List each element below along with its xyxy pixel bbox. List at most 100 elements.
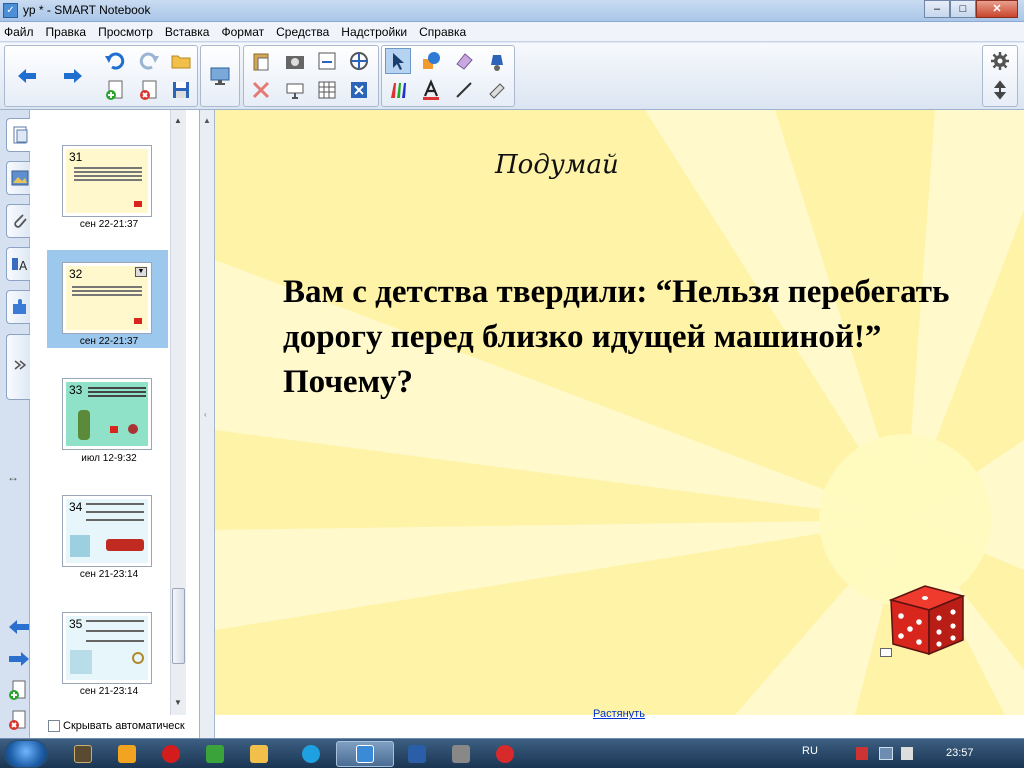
flag-icon[interactable] bbox=[856, 747, 868, 760]
taskbar-app[interactable] bbox=[476, 741, 534, 767]
full-screen-icon[interactable] bbox=[282, 77, 308, 103]
maximize-button[interactable]: □ bbox=[950, 0, 976, 18]
puzzle-icon bbox=[12, 299, 26, 314]
tab-gallery[interactable] bbox=[6, 161, 32, 195]
slide-heading: Подумай bbox=[495, 150, 619, 180]
taskbar-skype[interactable] bbox=[282, 741, 340, 767]
folder-icon bbox=[74, 745, 92, 763]
page-thumbnail[interactable]: 31 bbox=[62, 145, 152, 217]
paste-icon[interactable] bbox=[248, 48, 274, 74]
next-page-arrow-icon[interactable] bbox=[8, 649, 30, 672]
scroll-up-icon[interactable]: ▲ bbox=[203, 116, 211, 125]
screen-share-icon[interactable] bbox=[207, 63, 233, 89]
menu-insert[interactable]: Вставка bbox=[165, 25, 210, 39]
lightning-icon bbox=[250, 745, 268, 763]
delete-page-icon[interactable] bbox=[8, 710, 28, 735]
tab-page-sorter[interactable] bbox=[6, 118, 32, 152]
page-number: 35 bbox=[69, 617, 83, 631]
notebook-canvas[interactable]: Подумай Вам с детства твердили: “Нельзя … bbox=[215, 110, 1024, 738]
object-menu-icon[interactable] bbox=[880, 648, 892, 657]
scrollbar-thumb[interactable] bbox=[172, 588, 185, 664]
canvas-splitter[interactable]: ▲ ‹ bbox=[200, 110, 215, 738]
language-indicator[interactable]: RU bbox=[802, 745, 818, 757]
text-icon[interactable] bbox=[418, 77, 444, 103]
taskbar-smart-notebook[interactable] bbox=[336, 741, 394, 767]
delete-page-icon[interactable] bbox=[136, 77, 162, 103]
add-page-icon[interactable] bbox=[8, 680, 28, 705]
tab-addons[interactable] bbox=[6, 290, 32, 324]
redo-icon[interactable] bbox=[136, 48, 162, 74]
tab-properties[interactable]: A bbox=[6, 247, 32, 281]
prev-page-arrow-icon[interactable] bbox=[8, 617, 30, 640]
page-number: 32 bbox=[69, 267, 83, 281]
delete-icon[interactable] bbox=[248, 77, 274, 103]
scroll-down-icon[interactable]: ▼ bbox=[174, 698, 182, 707]
volume-icon[interactable] bbox=[901, 747, 913, 760]
tab-attachments[interactable] bbox=[6, 204, 32, 238]
stretch-link[interactable]: Растянуть bbox=[593, 708, 645, 720]
side-tabs: A ↔ bbox=[0, 110, 32, 738]
menu-edit[interactable]: Правка bbox=[46, 25, 87, 39]
add-page-icon[interactable] bbox=[102, 77, 128, 103]
page-thumbnail[interactable]: 33 bbox=[62, 378, 152, 450]
screen-shade-icon[interactable] bbox=[314, 48, 340, 74]
undo-icon[interactable] bbox=[102, 48, 128, 74]
clock[interactable]: 23:57 bbox=[946, 747, 974, 759]
minimize-button[interactable]: – bbox=[924, 0, 950, 18]
pens-icon[interactable] bbox=[385, 77, 411, 103]
expand-arrows-icon bbox=[14, 360, 26, 370]
close-button[interactable]: ✕ bbox=[976, 0, 1018, 18]
properties-icon[interactable] bbox=[346, 48, 372, 74]
page-thumbnail-selected[interactable]: 32 ▼ bbox=[62, 262, 152, 334]
forward-arrow-icon[interactable] bbox=[60, 63, 86, 89]
menu-tools[interactable]: Средства bbox=[276, 25, 329, 39]
gallery-icon bbox=[11, 170, 28, 186]
dice-icon[interactable] bbox=[883, 578, 973, 658]
autohide-checkbox[interactable] bbox=[48, 720, 60, 732]
resize-arrows-icon[interactable]: ↔ bbox=[7, 470, 25, 484]
splitter-grip-icon[interactable]: ‹ bbox=[204, 410, 210, 430]
shapes-icon[interactable] bbox=[418, 48, 444, 74]
menu-help[interactable]: Справка bbox=[419, 25, 466, 39]
menu-view[interactable]: Просмотр bbox=[98, 25, 153, 39]
network-icon[interactable] bbox=[879, 747, 893, 760]
start-button[interactable] bbox=[4, 740, 48, 768]
slide-question: Вам с детства твердили: “Нельзя перебега… bbox=[283, 274, 950, 400]
open-folder-icon[interactable] bbox=[168, 48, 194, 74]
smart-notebook-icon bbox=[356, 745, 374, 763]
properties-icon: A bbox=[11, 258, 28, 273]
page-menu-dropdown-icon[interactable]: ▼ bbox=[135, 267, 147, 277]
line-icon[interactable] bbox=[451, 77, 477, 103]
media-player-icon bbox=[118, 745, 136, 763]
back-arrow-icon[interactable] bbox=[14, 63, 40, 89]
app-icon: ✓ bbox=[3, 3, 18, 18]
menu-bar: Файл Правка Просмотр Вставка Формат Сред… bbox=[0, 22, 1024, 42]
title-bar: ✓ ур * - SMART Notebook – □ ✕ bbox=[0, 0, 1024, 22]
eraser-icon[interactable] bbox=[451, 48, 477, 74]
shield-icon bbox=[206, 745, 224, 763]
scroll-up-icon[interactable]: ▲ bbox=[174, 116, 182, 125]
screen-capture-icon[interactable] bbox=[282, 48, 308, 74]
gear-icon[interactable] bbox=[987, 48, 1013, 74]
select-arrow-icon[interactable] bbox=[385, 48, 411, 74]
menu-file[interactable]: Файл bbox=[4, 25, 34, 39]
close-object-icon[interactable] bbox=[346, 77, 372, 103]
page-icon bbox=[13, 126, 27, 144]
page-timestamp: сен 22-21:37 bbox=[79, 336, 139, 347]
page-sorter-scrollbar[interactable]: ▲ ▼ bbox=[170, 110, 186, 715]
autohide-option[interactable]: Скрывать автоматическ bbox=[48, 720, 185, 732]
page-thumbnail[interactable]: 35 bbox=[62, 612, 152, 684]
fill-icon[interactable] bbox=[484, 48, 510, 74]
page-thumbnail[interactable]: 34 bbox=[62, 495, 152, 567]
save-icon[interactable] bbox=[168, 77, 194, 103]
menu-format[interactable]: Формат bbox=[221, 25, 264, 39]
page-timestamp: июл 12-9:32 bbox=[81, 453, 137, 464]
highlighter-icon[interactable] bbox=[484, 77, 510, 103]
move-toolbar-icon[interactable] bbox=[987, 77, 1013, 103]
word-icon bbox=[408, 745, 426, 763]
taskbar-tool[interactable] bbox=[230, 741, 288, 767]
toolbar bbox=[0, 43, 1024, 110]
sidebar-expand-tab[interactable] bbox=[6, 334, 32, 400]
menu-addons[interactable]: Надстройки bbox=[341, 25, 407, 39]
table-icon[interactable] bbox=[314, 77, 340, 103]
